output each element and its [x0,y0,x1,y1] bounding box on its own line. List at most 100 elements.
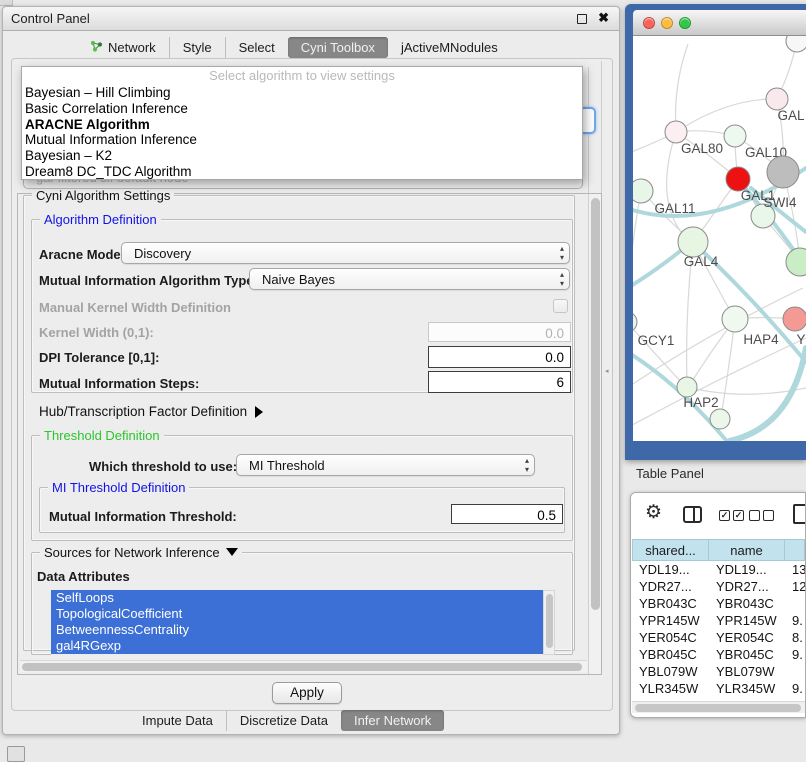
table-cell: 12 [785,578,805,595]
node-label-gcy1: GCY1 [638,333,675,348]
table-row[interactable]: YBR045CYBR045C9. [632,646,805,663]
tab-label: Network [108,40,156,55]
aracne-mode-value: Discovery [122,246,191,261]
network-canvas[interactable]: GALGAL80GAL10GAL1GAL11SWI4GAL4GCY1HAP4YH… [633,36,806,441]
table-row[interactable]: YER054CYER054C8. [632,629,805,646]
splitter-handle[interactable]: ◂ [605,369,610,375]
tab-infer-network[interactable]: Infer Network [341,710,444,731]
table-row[interactable]: YIL052CYIL052C9 [632,697,805,700]
network-edge[interactable] [676,99,777,132]
network-node-hap4[interactable] [722,306,748,332]
screen: Control Panel ✖ NetworkStyleSelectCyni T… [0,0,806,762]
tab-label: Impute Data [142,713,213,728]
column-header-cut[interactable] [785,539,805,561]
kernel-width-field[interactable]: 0.0 [428,322,571,342]
table-row[interactable]: YDL19...YDL19...13 [632,561,805,578]
tab-style[interactable]: Style [169,37,225,58]
unchecked-checkbox-icon[interactable] [749,510,760,521]
checked-checkbox-icon[interactable]: ✓ [733,510,744,521]
tab-label: jActiveMNodules [401,40,498,55]
tab-cyni-toolbox[interactable]: Cyni Toolbox [288,37,388,58]
network-node-hap2[interactable] [677,377,697,397]
column-header-name[interactable]: name [709,539,785,561]
algorithm-definition-title: Algorithm Definition [40,212,161,227]
table-cell: 9. [785,612,805,629]
tab-impute-data[interactable]: Impute Data [129,710,226,731]
network-edge[interactable] [676,44,689,132]
network-node[interactable] [786,36,806,52]
sources-group-title: Sources for Network Inference [40,545,242,560]
vertical-scrollbar[interactable] [588,194,601,674]
network-titlebar[interactable] [633,10,806,36]
table-row[interactable]: YDR27...YDR27...12 [632,578,805,595]
algorithm-option-mutual-information-inference[interactable]: Mutual Information Inference [22,132,582,148]
table-cell: YLR345W [632,680,709,697]
unchecked-checkbox-icon[interactable] [763,510,774,521]
tab-select[interactable]: Select [225,37,288,58]
checked-checkbox-icon[interactable]: ✓ [719,510,730,521]
table-horizontal-scrollbar[interactable] [632,701,805,713]
network-node-gal80[interactable] [665,121,687,143]
attribute-item-betweennesscentrality[interactable]: BetweennessCentrality [51,622,543,638]
column-header-shared[interactable]: shared... [632,539,709,561]
apply-button[interactable]: Apply [272,682,342,704]
network-node[interactable] [786,248,806,276]
tab-jactivemnodules[interactable]: jActiveMNodules [388,37,511,58]
close-icon[interactable]: ✖ [598,10,609,26]
table-row[interactable]: YBL079WYBL079W [632,663,805,680]
network-node-gcy1[interactable] [633,312,637,332]
table-row[interactable]: YLR345WYLR345W9. [632,680,805,697]
algorithm-option-bayesian-k2[interactable]: Bayesian – K2 [22,148,582,164]
table-row[interactable]: YPR145WYPR145W9. [632,612,805,629]
export-table-icon[interactable] [793,504,806,524]
attribute-item-gal4rgexp[interactable]: gal4RGexp [51,638,543,654]
attributes-scrollbar[interactable] [543,590,555,655]
attribute-item-topologicalcoefficient[interactable]: TopologicalCoefficient [51,606,543,622]
network-node[interactable] [767,156,799,188]
columns-icon[interactable] [683,506,702,523]
hub-definition-toggle[interactable]: Hub/Transcription Factor Definition [39,404,263,419]
threshold-definition-title: Threshold Definition [40,428,164,443]
network-node-gal11[interactable] [633,179,653,203]
algorithm-option-basic-correlation-inference[interactable]: Basic Correlation Inference [22,101,582,117]
horizontal-scrollbar-thumb[interactable] [22,663,582,671]
float-icon[interactable] [577,14,587,24]
network-node-gal4[interactable] [678,227,708,257]
algorithm-option-aracne-algorithm[interactable]: ARACNE Algorithm [22,117,582,133]
vertical-scrollbar-thumb[interactable] [591,198,600,610]
table-cell: YBR045C [709,646,785,663]
minimize-traffic-light[interactable] [661,17,673,29]
network-edge[interactable] [721,319,735,417]
tab-network[interactable]: Network [77,37,169,58]
attributes-scrollbar-thumb[interactable] [546,594,553,648]
dpi-tolerance-field[interactable]: 0.0 [428,346,571,368]
close-traffic-light[interactable] [643,17,655,29]
mi-threshold-field[interactable]: 0.5 [451,504,563,524]
aracne-mode-combobox[interactable]: Discovery ▴▾ [121,242,570,264]
zoom-traffic-light[interactable] [679,17,691,29]
mi-type-combobox[interactable]: Naive Bayes ▴▾ [249,268,570,290]
network-node-gal[interactable] [766,88,788,110]
minimized-panel-icon[interactable] [7,746,25,762]
network-node-y[interactable] [783,307,806,331]
tab-discretize-data[interactable]: Discretize Data [226,710,341,731]
mi-steps-field[interactable]: 6 [428,371,571,393]
node-label-gal80: GAL80 [681,141,723,156]
network-graph[interactable]: GALGAL80GAL10GAL1GAL11SWI4GAL4GCY1HAP4YH… [633,36,806,441]
table-scrollbar-thumb[interactable] [635,704,801,712]
table-cell: 8. [785,629,805,646]
algorithm-option-dream8-dc-tdc-algorithm[interactable]: Dream8 DC_TDC Algorithm [22,164,582,180]
tab-label: Discretize Data [240,713,328,728]
network-node-gal10[interactable] [724,125,746,147]
which-threshold-combobox[interactable]: MI Threshold ▴▾ [236,454,535,476]
manual-kernel-checkbox[interactable] [553,299,568,313]
expanded-arrow-icon [226,548,238,556]
network-node[interactable] [710,409,730,429]
algorithm-option-bayesian-hill-climbing[interactable]: Bayesian – Hill Climbing [22,85,582,101]
attribute-item-selfloops[interactable]: SelfLoops [51,590,543,606]
gear-icon[interactable]: ⚙ [645,501,662,524]
top-tab-bar: Network StyleSelect Cyni Toolbox jActiveMNo… [77,37,511,58]
horizontal-scrollbar[interactable] [20,660,587,672]
table-row[interactable]: YBR043CYBR043C [632,595,805,612]
tab-label: Cyni Toolbox [301,40,375,55]
